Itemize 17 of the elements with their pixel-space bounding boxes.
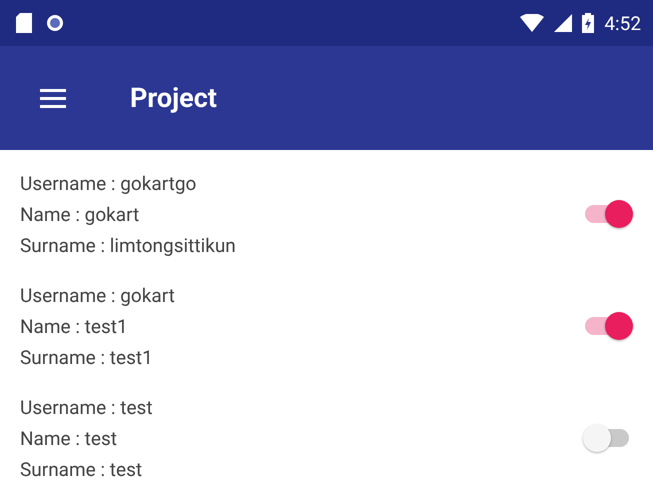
user-detail: Username : gokart	[20, 282, 175, 308]
user-detail: Surname : test1	[20, 344, 154, 370]
user-detail: Name : test1	[20, 314, 129, 340]
signal-icon	[554, 14, 572, 32]
user-detail: Surname : limtongsittikun	[20, 232, 236, 258]
circle-icon	[46, 14, 64, 32]
menu-icon[interactable]	[40, 88, 66, 108]
clock-time: 4:52	[604, 12, 641, 34]
user-detail: Username : gokartgo	[20, 170, 198, 196]
battery-icon	[582, 13, 594, 33]
user-detail: Name : test	[20, 426, 118, 452]
user-detail: Name : gokart	[20, 202, 140, 228]
user-detail: Username : test	[20, 394, 153, 420]
user-detail: Surname : test	[20, 456, 144, 482]
wifi-icon	[520, 14, 544, 32]
sd-card-icon	[16, 13, 32, 33]
app-title: Project	[130, 82, 217, 114]
